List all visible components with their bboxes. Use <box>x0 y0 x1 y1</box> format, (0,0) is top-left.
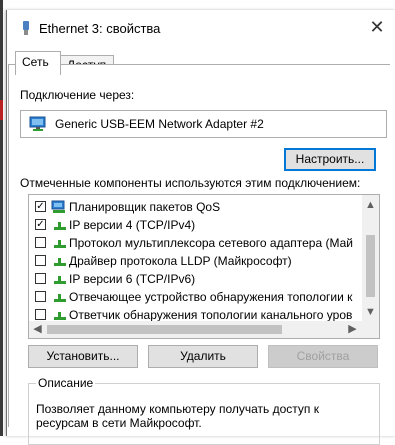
list-item[interactable]: ✓ IP версии 4 (TCP/IPv4) <box>29 216 359 234</box>
install-button[interactable]: Установить... <box>28 345 138 368</box>
adapter-field: Generic USB-EEM Network Adapter #2 <box>20 110 387 138</box>
title-bar[interactable]: Ethernet 3: свойства ✕ <box>7 10 395 46</box>
network-protocol-icon <box>54 222 66 230</box>
checkbox-checked[interactable]: ✓ <box>35 219 46 230</box>
background-left-accent <box>0 100 3 120</box>
list-item[interactable]: IP версии 6 (TCP/IPv6) <box>29 270 359 288</box>
configure-button[interactable]: Настроить... <box>284 148 376 171</box>
network-protocol-icon <box>54 294 66 302</box>
network-protocol-icon <box>54 258 66 266</box>
checkbox-checked[interactable]: ✓ <box>35 201 46 212</box>
list-item-label: Протокол мультиплексора сетевого адаптер… <box>69 236 353 250</box>
checkbox-unchecked[interactable] <box>35 273 46 284</box>
properties-button[interactable]: Свойства <box>268 345 378 368</box>
list-item[interactable]: Драйвер протокола LLDP (Майкрософт) <box>29 252 359 270</box>
remove-button[interactable]: Удалить <box>148 345 258 368</box>
list-item[interactable]: Протокол мультиплексора сетевого адаптер… <box>29 234 359 252</box>
list-item-label: IP версии 6 (TCP/IPv6) <box>69 272 196 286</box>
checkbox-unchecked[interactable] <box>35 237 46 248</box>
close-icon: ✕ <box>369 17 385 37</box>
checkbox-unchecked[interactable] <box>35 309 46 320</box>
description-text: Позволяет данному компьютеру получать до… <box>36 402 319 430</box>
components-list[interactable]: ✓ Планировщик пакетов QoS ✓ IP версии 4 … <box>28 194 380 339</box>
connect-using-label: Подключение через: <box>20 88 135 102</box>
checkbox-unchecked[interactable] <box>35 291 46 302</box>
list-item-label: Планировщик пакетов QoS <box>69 200 221 214</box>
qos-icon <box>51 200 65 213</box>
window-title: Ethernet 3: свойства <box>39 21 161 36</box>
scroll-left-icon[interactable]: ◀ <box>29 321 46 338</box>
background-left-edge <box>0 0 3 436</box>
components-label: Отмеченные компоненты используются этим … <box>20 176 361 190</box>
list-item-label: Ответчик обнаружения топологии канальног… <box>69 308 353 322</box>
list-item-label: IP версии 4 (TCP/IPv4) <box>69 218 196 232</box>
network-protocol-icon <box>54 276 66 284</box>
close-button[interactable]: ✕ <box>366 16 388 38</box>
list-item-label: Отвечающее устройство обнаружения тополо… <box>69 290 353 304</box>
scroll-right-icon[interactable]: ▶ <box>344 321 361 338</box>
monitor-network-icon <box>29 116 46 131</box>
list-item[interactable]: ✓ Планировщик пакетов QoS <box>29 198 359 216</box>
horizontal-scrollbar[interactable]: ◀ ▶ <box>29 321 379 338</box>
vertical-scroll-thumb[interactable] <box>366 235 375 297</box>
adapter-name: Generic USB-EEM Network Adapter #2 <box>55 117 264 131</box>
list-item-label: Драйвер протокола LLDP (Майкрософт) <box>69 254 292 268</box>
list-item[interactable]: Отвечающее устройство обнаружения тополо… <box>29 288 359 306</box>
tab-network[interactable]: Сеть <box>15 51 61 75</box>
horizontal-scroll-thumb[interactable] <box>47 325 282 334</box>
vertical-scrollbar[interactable]: ▲ ▼ <box>362 195 379 321</box>
checkbox-unchecked[interactable] <box>35 255 46 266</box>
network-protocol-icon <box>54 240 66 248</box>
scroll-up-icon[interactable]: ▲ <box>362 197 379 214</box>
description-legend: Описание <box>36 376 96 390</box>
scroll-down-icon[interactable]: ▼ <box>362 304 379 321</box>
network-adapter-icon <box>23 21 29 35</box>
